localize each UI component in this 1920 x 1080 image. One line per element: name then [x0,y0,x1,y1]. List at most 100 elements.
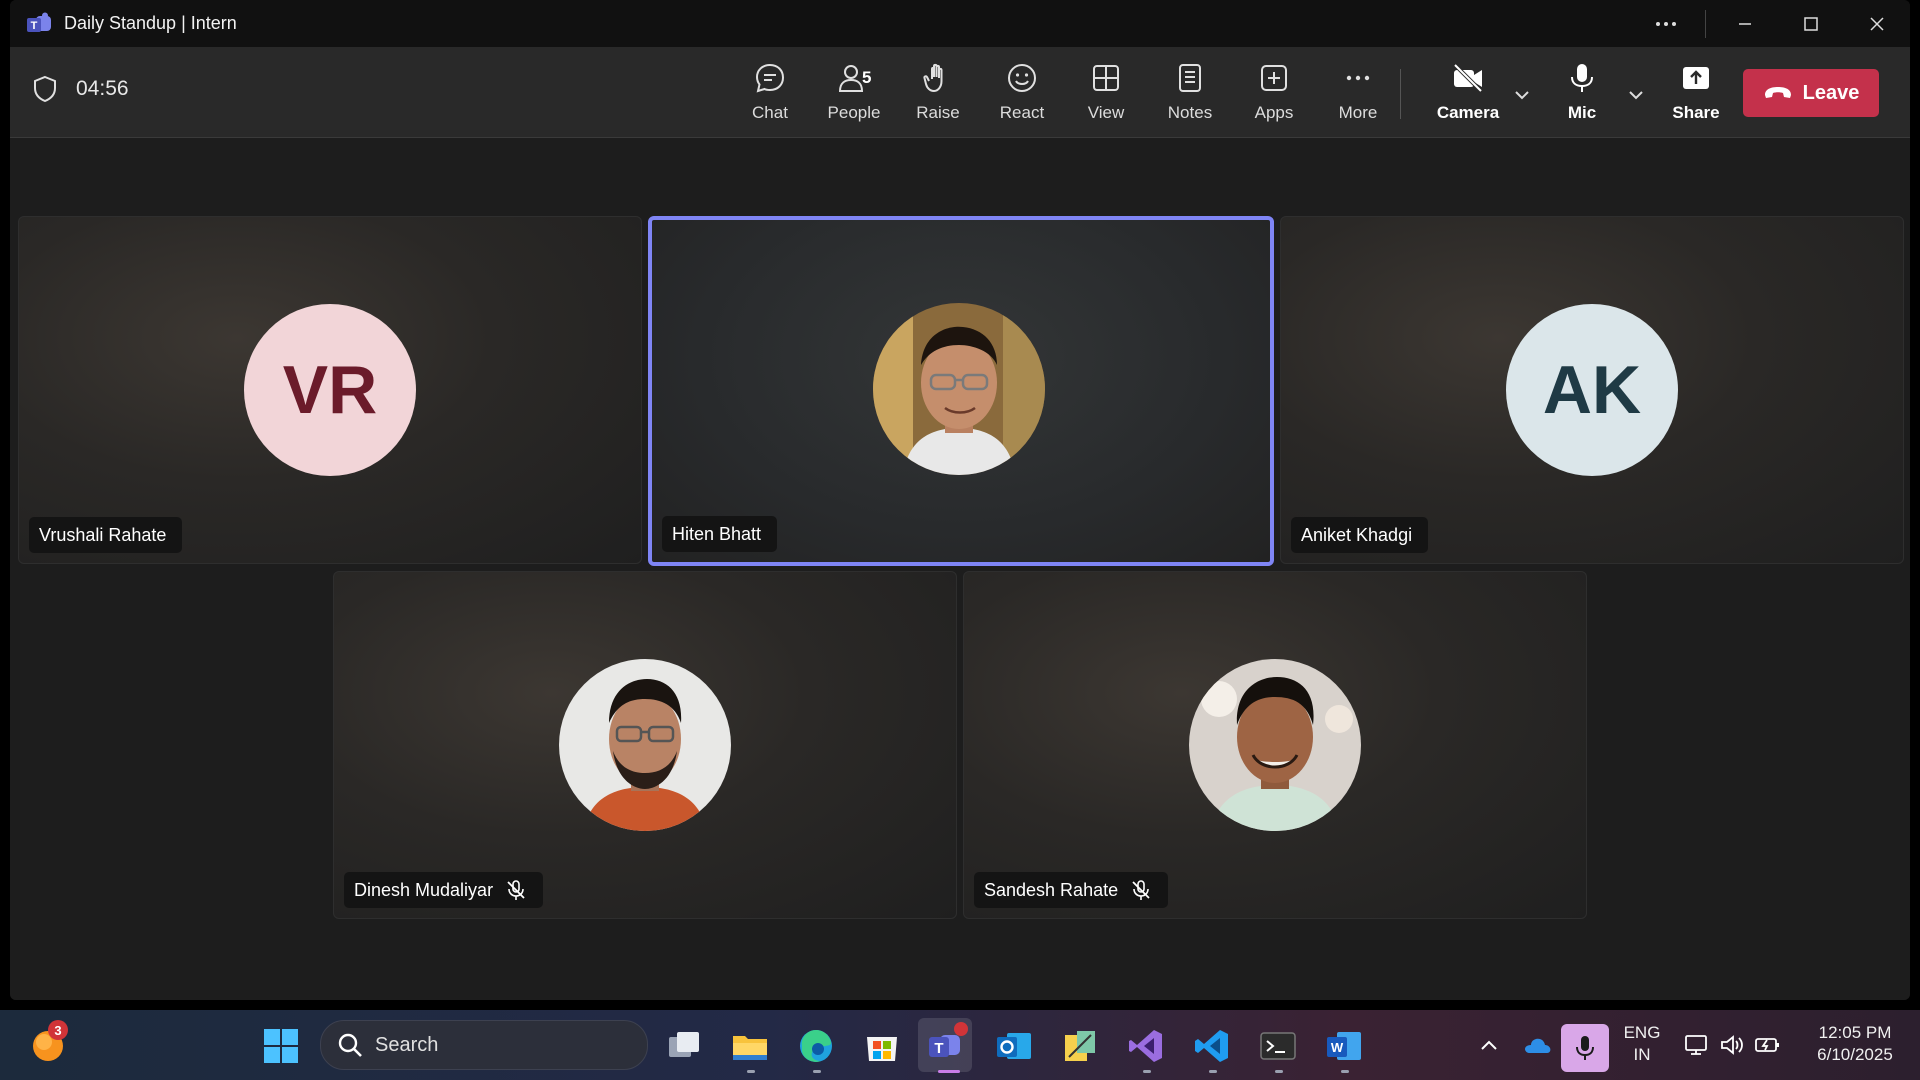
close-icon[interactable] [1844,0,1910,47]
participant-name: Hiten Bhatt [672,523,762,544]
camera-button[interactable]: Camera [1428,61,1508,123]
title-divider [1705,9,1706,38]
mic-icon [1571,64,1593,92]
camera-options-chevron-icon[interactable] [1510,85,1534,105]
view-label: View [1087,103,1125,122]
clock-time: 12:05 PM [1818,1023,1892,1042]
notification-badge: 3 [48,1020,68,1040]
meeting-timer-area: 04:56 [32,75,129,103]
svg-text:W: W [1331,1040,1344,1055]
view-grid-icon [1093,65,1119,91]
terminal-icon[interactable] [1259,1027,1297,1065]
widgets-button[interactable]: 3 [28,1020,72,1068]
windows-start-icon[interactable] [262,1027,300,1065]
apps-icon [1261,65,1287,91]
avatar-initials: AK [1506,304,1678,476]
hang-up-icon [1764,87,1791,98]
file-explorer-icon[interactable] [731,1027,769,1065]
vscode-icon[interactable] [1193,1027,1231,1065]
language-indicator[interactable]: ENG IN [1620,1022,1664,1066]
microsoft-store-icon[interactable] [863,1027,901,1065]
svg-text:T: T [934,1040,943,1057]
taskbar-search-box[interactable]: Search [320,1020,648,1070]
mic-button[interactable]: Mic [1542,61,1622,123]
react-button[interactable]: React [982,61,1062,123]
sticky-tools-icon[interactable] [1061,1027,1099,1065]
participant-name-tag: Vrushali Rahate [29,517,183,553]
view-button[interactable]: View [1066,61,1146,123]
participant-tile[interactable]: Dinesh Mudaliyar [333,571,957,919]
chat-icon [755,63,785,93]
search-icon [338,1033,362,1057]
teams-taskbar-button[interactable]: T [918,1018,972,1072]
language-region: IN [1633,1045,1651,1064]
people-count: 5 [862,68,872,87]
shield-icon [34,75,56,103]
mic-muted-icon [1132,880,1150,900]
participant-name-tag: Aniket Khadgi [1291,517,1429,553]
window-more-icon[interactable] [1633,0,1699,47]
participant-tile[interactable]: Sandesh Rahate [963,571,1587,919]
participant-name: Aniket Khadgi [1301,524,1413,545]
share-button[interactable]: Share [1656,61,1736,123]
notes-label: Notes [1167,103,1213,122]
meeting-toolbar: 04:56 Chat 5 People Raise React View Not… [10,47,1910,138]
raise-label: Raise [916,103,960,122]
participant-photo-avatar [1189,659,1361,831]
raise-hand-button[interactable]: Raise [898,61,978,123]
more-button[interactable]: More [1318,61,1398,123]
svg-text:T: T [31,20,38,32]
people-label: People [827,103,881,122]
leave-label: Leave [1802,81,1860,104]
tray-mic-icon [1576,1036,1594,1060]
mic-muted-icon [507,880,525,900]
participant-name-tag: Hiten Bhatt [662,516,778,552]
participant-tile[interactable]: AK Aniket Khadgi [1280,216,1904,564]
visual-studio-icon[interactable] [1127,1027,1165,1065]
volume-icon[interactable] [1719,1033,1745,1057]
teams-meeting-window: T Daily Standup | Intern 04:56 Chat 5 Pe… [10,0,1910,1000]
participant-tile-active-speaker[interactable]: Hiten Bhatt [648,216,1274,566]
window-title: Daily Standup | Intern [64,13,237,33]
running-indicator [747,1070,755,1073]
more-label: More [1338,103,1378,122]
share-label: Share [1672,103,1720,122]
participant-tile[interactable]: VR Vrushali Rahate [18,216,642,564]
react-label: React [999,103,1045,122]
chat-label: Chat [752,103,788,122]
video-stage: VR Vrushali Rahate Hiten Bhatt AK Aniket… [10,138,1910,1000]
show-hidden-icons-chevron-icon[interactable] [1478,1036,1500,1054]
maximize-icon[interactable] [1778,0,1844,47]
mic-options-chevron-icon[interactable] [1624,85,1648,105]
outlook-icon[interactable] [995,1027,1033,1065]
toolbar-divider [1400,69,1401,119]
clock[interactable]: 12:05 PM 6/10/2025 [1800,1022,1910,1066]
minimize-icon[interactable] [1712,0,1778,47]
running-indicator [1275,1070,1283,1073]
network-icon[interactable] [1684,1033,1710,1057]
word-icon[interactable]: W [1325,1027,1363,1065]
raise-hand-icon [923,63,943,92]
leave-button[interactable]: Leave [1743,69,1879,117]
people-button[interactable]: 5 People [814,61,894,123]
edge-browser-icon[interactable] [797,1027,835,1065]
participant-photo-avatar [559,659,731,831]
search-label: Search [375,1033,439,1056]
running-indicator [1143,1070,1151,1073]
running-indicator [1341,1070,1349,1073]
chat-button[interactable]: Chat [730,61,810,123]
running-indicator-active [938,1070,960,1073]
teams-app-icon: T [27,12,51,32]
task-view-icon[interactable] [665,1027,703,1065]
participant-name: Vrushali Rahate [39,524,167,545]
battery-charging-icon[interactable] [1754,1033,1782,1057]
notes-button[interactable]: Notes [1150,61,1230,123]
apps-button[interactable]: Apps [1234,61,1314,123]
tray-mic-in-use-button[interactable] [1561,1024,1609,1072]
teams-alert-dot [954,1022,968,1036]
camera-off-icon [1453,63,1483,93]
react-icon [1008,64,1036,92]
participant-name: Sandesh Rahate [984,879,1119,900]
mic-label: Mic [1567,103,1597,122]
onedrive-cloud-icon[interactable] [1522,1034,1552,1056]
